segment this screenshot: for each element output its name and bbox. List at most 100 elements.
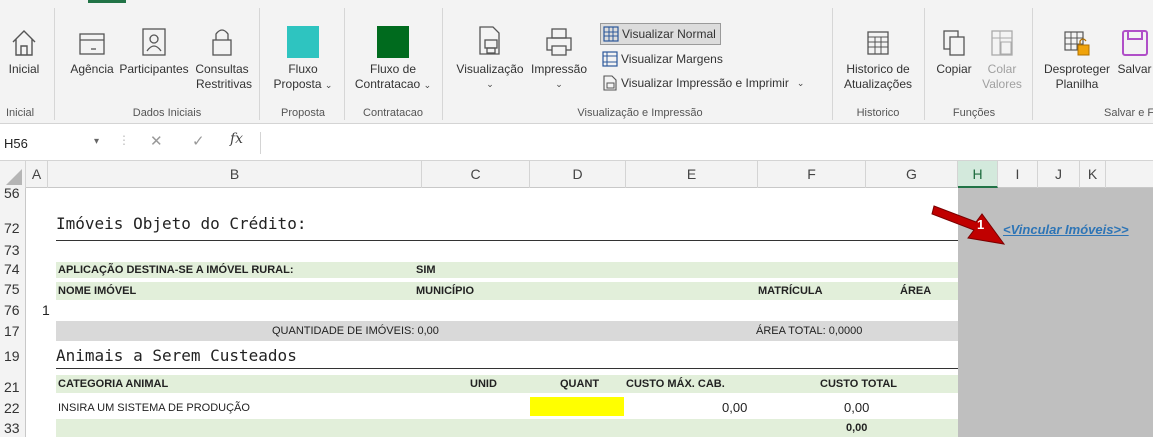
- fluxo-proposta-button[interactable]: Fluxo Proposta ⌄: [266, 18, 340, 93]
- row-header-72[interactable]: 72: [0, 221, 26, 235]
- chevron-down-icon: ⌄: [486, 79, 494, 89]
- margins-icon: [602, 51, 618, 67]
- namebox-dropdown-icon[interactable]: ▾: [94, 136, 99, 147]
- annotation-number: 1: [977, 217, 985, 232]
- municipio-header: MUNICÍPIO: [416, 285, 475, 297]
- formula-input[interactable]: [260, 132, 1153, 154]
- chevron-down-icon: ⌄: [796, 77, 805, 88]
- visualizar-normal-button[interactable]: Visualizar Normal: [600, 23, 721, 45]
- column-header-a[interactable]: A: [26, 161, 48, 188]
- custo-max-cab-header: CUSTO MÁX. CAB.: [626, 378, 725, 390]
- group-label-dados-iniciais: Dados Iniciais: [132, 107, 202, 119]
- worksheet[interactable]: Imóveis Objeto do Crédito: APLICAÇÃO DES…: [26, 188, 1153, 437]
- sistema-producao-cell[interactable]: INSIRA UM SISTEMA DE PRODUÇÃO: [58, 402, 250, 414]
- column-header-k[interactable]: K: [1080, 161, 1106, 188]
- agency-icon: [77, 18, 107, 58]
- colar-valores-button[interactable]: Colar Valores: [978, 18, 1026, 92]
- participants-icon: [140, 18, 168, 58]
- impressao-button[interactable]: Impressão ⌄: [526, 18, 592, 92]
- salvar-button[interactable]: Salvar: [1116, 18, 1153, 77]
- copy-icon: [941, 18, 967, 58]
- inicial-button[interactable]: Inicial: [4, 18, 44, 77]
- row-header-76[interactable]: 76: [0, 303, 26, 317]
- active-tab-indicator: [88, 0, 126, 3]
- column-header-g[interactable]: G: [866, 161, 958, 188]
- row-header: 56 72 73 74 75 76 17 19 21 22 33: [0, 186, 26, 437]
- imoveis-title: Imóveis Objeto do Crédito:: [56, 214, 307, 233]
- print-preview-small-icon: [602, 75, 618, 91]
- column-header-c[interactable]: C: [422, 161, 530, 188]
- formula-bar: H56 ▾ ⋮ ✕ ✓ fx: [0, 124, 1153, 161]
- row-header-74[interactable]: 74: [0, 262, 26, 276]
- chevron-down-icon: ⌄: [324, 80, 333, 90]
- imoveis-title-rule: [56, 240, 958, 241]
- separator-icon: ⋮: [118, 133, 130, 147]
- column-header-h[interactable]: H: [958, 161, 998, 188]
- group-label-historico: Historico: [856, 107, 900, 119]
- quant-header: QUANT: [560, 378, 600, 390]
- row-header-75[interactable]: 75: [0, 282, 26, 296]
- cancel-icon[interactable]: ✕: [150, 132, 163, 150]
- custo-max-value: 0,00: [722, 400, 748, 415]
- aplicacao-label: APLICAÇÃO DESTINA-SE A IMÓVEL RURAL:: [58, 264, 294, 276]
- column-header-f[interactable]: F: [758, 161, 866, 188]
- row-76-number[interactable]: 1: [42, 302, 50, 318]
- chevron-down-icon: ⌄: [555, 79, 563, 89]
- column-header: A B C D E F G H I J K: [0, 161, 1153, 188]
- area-total: ÁREA TOTAL: 0,0000: [756, 325, 863, 337]
- quantidade-imoveis: QUANTIDADE DE IMÓVEIS: 0,00: [272, 325, 439, 337]
- chevron-down-icon: ⌄: [423, 80, 432, 90]
- column-header-i[interactable]: I: [998, 161, 1038, 188]
- visualizar-impressao-imprimir-button[interactable]: Visualizar Impressão e Imprimir ⌄: [602, 72, 804, 94]
- print-preview-icon: [477, 18, 503, 58]
- printer-icon: [544, 18, 574, 58]
- aplicacao-value[interactable]: SIM: [416, 264, 436, 276]
- confirm-icon[interactable]: ✓: [192, 132, 205, 150]
- row-header-19[interactable]: 19: [0, 349, 26, 363]
- matricula-header: MATRÍCULA: [758, 285, 823, 297]
- area-header: ÁREA: [900, 285, 932, 297]
- column-header-e[interactable]: E: [626, 161, 758, 188]
- home-icon: [11, 18, 37, 58]
- grid-icon: [603, 26, 619, 42]
- row-header-21[interactable]: 21: [0, 380, 26, 394]
- insert-function-icon[interactable]: fx: [230, 131, 243, 147]
- custo-total-value: 0,00: [844, 400, 870, 415]
- row-header-33[interactable]: 33: [0, 421, 26, 435]
- select-all-corner[interactable]: [0, 161, 26, 188]
- consultas-restritivas-button[interactable]: Consultas Restritivas: [192, 18, 252, 92]
- participantes-button[interactable]: Participantes: [116, 18, 192, 77]
- quant-input-cell[interactable]: [530, 397, 624, 416]
- nome-imovel-header: NOME IMÓVEL: [58, 285, 137, 297]
- animais-title-rule: [56, 368, 958, 369]
- custo-total-header: CUSTO TOTAL: [820, 378, 897, 390]
- name-box[interactable]: H56: [4, 133, 94, 155]
- fluxo-contratacao-button[interactable]: Fluxo de Contratacao ⌄: [350, 18, 436, 93]
- copiar-button[interactable]: Copiar: [930, 18, 978, 77]
- desproteger-planilha-button[interactable]: Desproteger Planilha: [1036, 18, 1118, 92]
- group-label-contratacao: Contratacao: [363, 107, 423, 119]
- historico-button[interactable]: Historico de Atualizações: [838, 18, 918, 92]
- ribbon: Inicial Agência Participantes Consultas …: [0, 0, 1153, 124]
- group-label-proposta: Proposta: [280, 107, 326, 119]
- agencia-button[interactable]: Agência: [64, 18, 120, 77]
- group-label-salvar: Salvar e F: [1104, 107, 1153, 119]
- save-icon: [1120, 18, 1150, 58]
- row-header-17[interactable]: 17: [0, 324, 26, 338]
- animais-title: Animais a Serem Custeados: [56, 346, 297, 365]
- column-header-d[interactable]: D: [530, 161, 626, 188]
- unprotect-sheet-icon: [1062, 18, 1092, 58]
- row-header-22[interactable]: 22: [0, 401, 26, 415]
- column-header-b[interactable]: B: [48, 161, 422, 188]
- column-header-j[interactable]: J: [1038, 161, 1080, 188]
- row-header-56[interactable]: 56: [0, 186, 26, 200]
- visualizar-margens-button[interactable]: Visualizar Margens: [602, 48, 723, 70]
- annotation-arrow: [930, 196, 1010, 259]
- visualizacao-button[interactable]: Visualização ⌄: [454, 18, 526, 92]
- paste-values-icon: [989, 18, 1015, 58]
- fluxo-proposta-icon: [287, 18, 319, 58]
- vincular-imoveis-link[interactable]: <Vincular Imóveis>>: [1003, 222, 1129, 237]
- lock-icon: [209, 18, 235, 58]
- animais-total-band: [56, 419, 958, 437]
- row-header-73[interactable]: 73: [0, 243, 26, 257]
